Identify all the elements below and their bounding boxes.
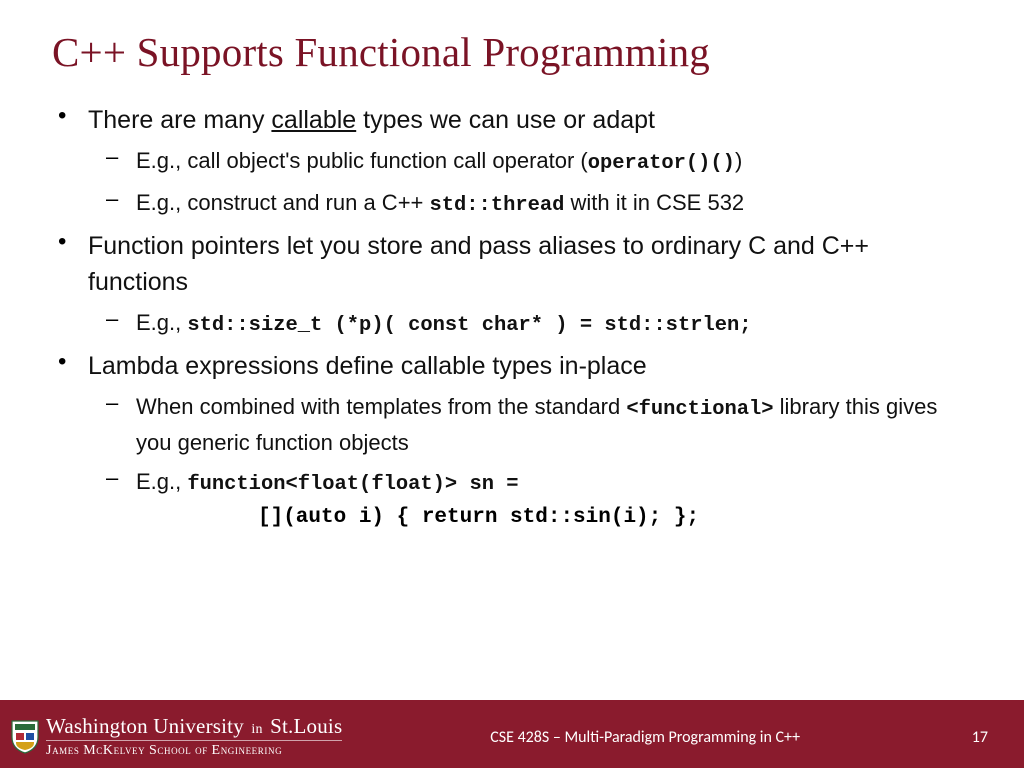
bullet-2-sub-1: E.g., std::size_t (*p)( const char* ) = …: [88, 306, 972, 342]
slide-content: C++ Supports Functional Programming Ther…: [0, 0, 1024, 698]
school-name: James McKelvey School of Engineering: [46, 740, 342, 758]
code-operator: operator()(): [588, 152, 735, 175]
code-thread: std::thread: [430, 194, 565, 217]
text: E.g., construct and run a C++: [136, 190, 430, 215]
bullet-2: Function pointers let you store and pass…: [52, 228, 972, 342]
text: types we can use or adapt: [356, 106, 655, 134]
text: E.g.,: [136, 310, 187, 335]
bullet-1-sub-2: E.g., construct and run a C++ std::threa…: [88, 186, 972, 222]
text: E.g.,: [136, 469, 187, 494]
bullet-3-sub-1: When combined with templates from the st…: [88, 390, 972, 459]
code-strlen: std::size_t (*p)( const char* ) = std::s…: [187, 314, 751, 337]
underline-callable: callable: [271, 106, 356, 134]
shield-icon: [10, 719, 40, 755]
bullet-list: There are many callable types we can use…: [52, 102, 972, 529]
bullet-1-sub-1: E.g., call object's public function call…: [88, 144, 972, 180]
text: Lambda expressions define callable types…: [88, 348, 972, 384]
text: ): [735, 148, 742, 173]
text: There are many: [88, 106, 271, 134]
bullet-3-sub-2: E.g., function<float(float)> sn =: [88, 465, 972, 501]
text: with it in CSE 532: [564, 190, 744, 215]
university-logo: Washington University in St.Louis James …: [0, 716, 342, 758]
code-function-decl: function<float(float)> sn =: [187, 473, 518, 496]
slide: C++ Supports Functional Programming Ther…: [0, 0, 1024, 768]
course-label: CSE 428S – Multi-Paradigm Programming in…: [342, 728, 948, 747]
text: E.g., call object's public function call…: [136, 148, 588, 173]
bullet-3: Lambda expressions define callable types…: [52, 348, 972, 530]
slide-title: C++ Supports Functional Programming: [52, 28, 972, 76]
university-name: Washington University: [46, 714, 244, 738]
text: When combined with templates from the st…: [136, 394, 626, 419]
text: Function pointers let you store and pass…: [88, 228, 972, 301]
bullet-1: There are many callable types we can use…: [52, 102, 972, 222]
slide-footer: Washington University in St.Louis James …: [0, 706, 1024, 768]
university-in: in: [251, 722, 262, 737]
university-text: Washington University in St.Louis James …: [46, 716, 342, 758]
university-city: St.Louis: [270, 714, 342, 738]
page-number: 17: [948, 728, 988, 747]
code-lambda-body: [](auto i) { return std::sin(i); };: [258, 506, 972, 529]
code-functional: <functional>: [626, 398, 773, 421]
